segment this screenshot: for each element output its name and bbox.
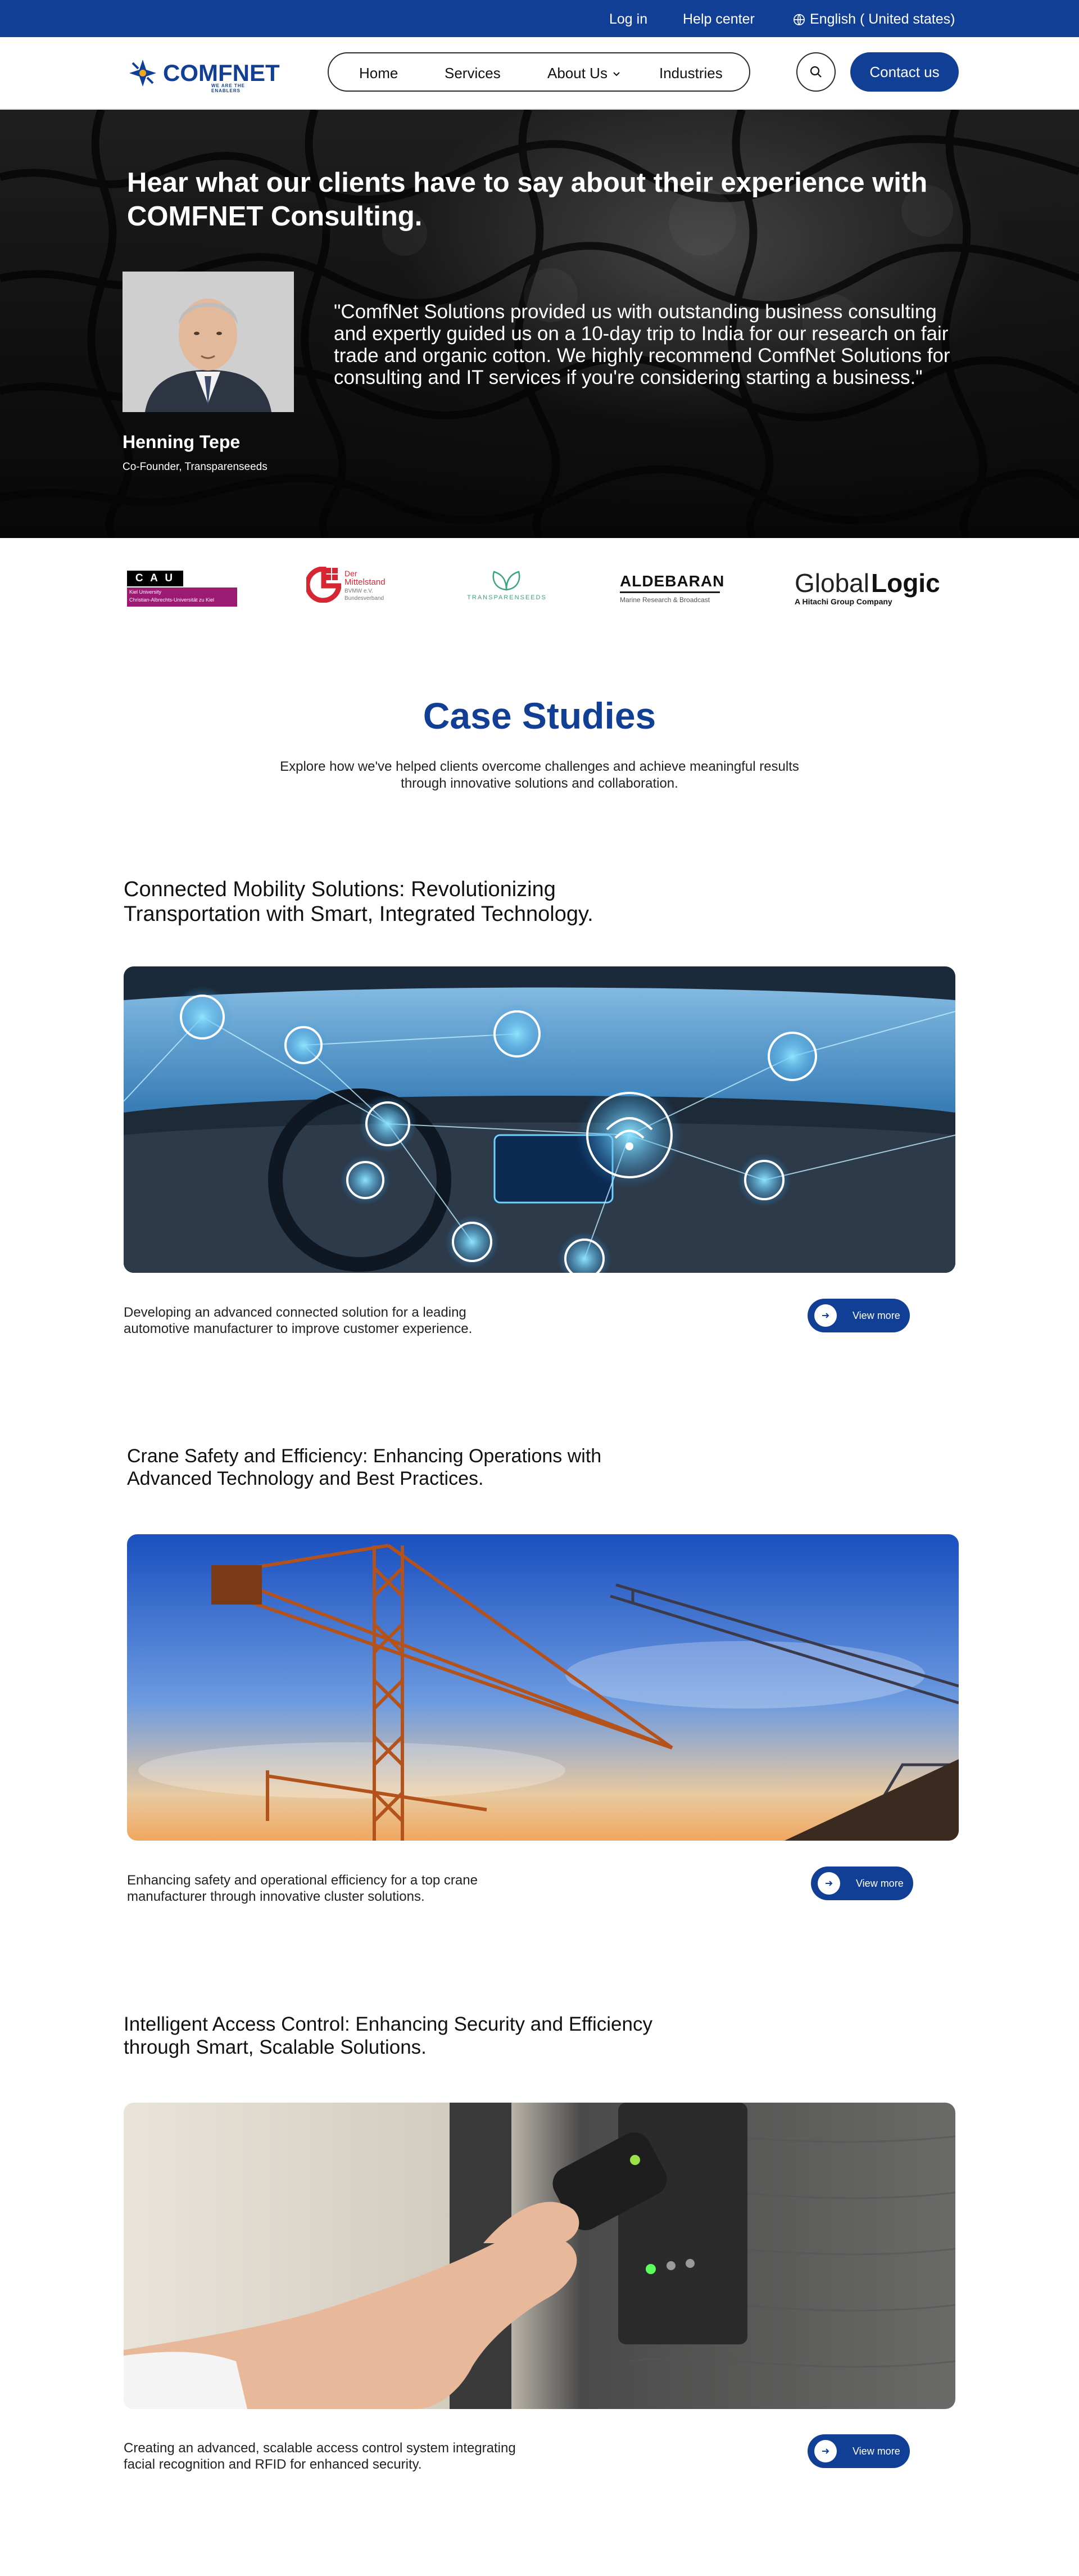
cau-letters: C A U	[135, 572, 175, 584]
aldebaran-rule	[620, 591, 720, 593]
case-2-title-line-1: Crane Safety and Efficiency: Enhancing O…	[127, 1445, 602, 1467]
main-header: COMFNET WE ARE THE ENABLERS Home Service…	[0, 37, 1079, 109]
mittelstand-mark-icon	[305, 566, 342, 603]
client-photo	[123, 272, 294, 412]
mittelstand-text-1: Der	[344, 569, 357, 578]
nav-about-us-label: About Us	[547, 65, 607, 82]
partner-logos: C A U Kiel University Christian-Albrecht…	[0, 539, 1079, 637]
view-more-label: View more	[856, 1877, 904, 1889]
view-more-label: View more	[853, 2445, 900, 2457]
arrow-right-icon	[814, 1304, 837, 1327]
client-name: Henning Tepe	[123, 432, 241, 452]
globe-icon	[794, 13, 805, 25]
transparenseeds-wordmark: TRANSPARENSEEDS	[467, 594, 547, 601]
kiel-university-logo: C A U Kiel University Christian-Albrecht…	[127, 571, 237, 607]
case-1-title: Connected Mobility Solutions: Revolution…	[124, 877, 593, 927]
language-selector[interactable]: English ( United states)	[793, 11, 955, 28]
aldebaran-wordmark: ALDEBARAN	[620, 572, 725, 590]
globallogic-word-2: Logic	[871, 568, 940, 598]
mittelstand-text-3: BVMW e.V.	[344, 588, 373, 594]
hero-heading: Hear what our clients have to say about …	[127, 168, 928, 232]
nav-industries[interactable]: Industries	[659, 65, 723, 82]
logo-wordmark: COMFNET	[163, 60, 280, 86]
cau-text-1: Kiel University	[129, 589, 162, 595]
case-3-title-line-2: through Smart, Scalable Solutions.	[124, 2036, 427, 2058]
nav-services[interactable]: Services	[445, 65, 501, 82]
globallogic-subtitle: A Hitachi Group Company	[795, 597, 892, 606]
case-3-title: Intelligent Access Control: Enhancing Se…	[124, 2013, 652, 2059]
globallogic-word-1: Global	[795, 568, 869, 598]
client-role: Co-Founder, Transparenseeds	[123, 461, 268, 473]
cau-text-2: Christian-Albrechts-Universität zu Kiel	[129, 597, 215, 603]
case-2-description: Enhancing safety and operational efficie…	[127, 1873, 478, 1904]
mittelstand-text-2: Mittelstand	[344, 577, 386, 587]
case-1-title-line-2: Transportation with Smart, Integrated Te…	[124, 902, 593, 926]
aldebaran-subtitle: Marine Research & Broadcast	[620, 596, 710, 604]
mittelstand-logo: Der Mittelstand BVMW e.V. Bundesverband	[305, 566, 396, 609]
case-1-image	[124, 966, 955, 1273]
chevron-down-icon	[613, 71, 620, 76]
login-link[interactable]: Log in	[609, 11, 647, 28]
case-1-view-more-button[interactable]: View more	[808, 1299, 910, 1332]
contact-us-button[interactable]: Contact us	[850, 52, 959, 92]
rfid-access-card-image	[124, 2103, 955, 2409]
logo-tagline: WE ARE THE ENABLERS	[211, 83, 245, 93]
case-3-title-line-1: Intelligent Access Control: Enhancing Se…	[124, 2013, 652, 2035]
main-nav: Home Services About Us Industries	[328, 52, 750, 92]
case-2-view-more-button[interactable]: View more	[811, 1867, 913, 1900]
transparenseeds-logo: TRANSPARENSEEDS	[465, 570, 549, 603]
case-studies-heading: Case Studies	[423, 695, 656, 736]
case-studies-subtitle: Explore how we've helped clients overcom…	[280, 759, 799, 791]
logo-mark-icon	[129, 60, 156, 87]
arrow-right-icon	[814, 2440, 837, 2462]
case-2-title-line-2: Advanced Technology and Best Practices.	[127, 1468, 484, 1489]
help-center-link[interactable]: Help center	[683, 11, 755, 28]
case-3-description: Creating an advanced, scalable access co…	[124, 2441, 516, 2472]
language-label: English ( United states)	[810, 11, 955, 27]
case-1-title-line-1: Connected Mobility Solutions: Revolution…	[124, 878, 556, 901]
view-more-label: View more	[853, 1309, 900, 1321]
search-icon	[810, 66, 822, 78]
arrow-right-icon	[818, 1872, 840, 1895]
leaf-icon	[492, 571, 520, 591]
top-utility-bar: Log in Help center English ( United stat…	[0, 0, 1079, 37]
case-1-description: Developing an advanced connected solutio…	[124, 1305, 473, 1336]
aldebaran-logo: ALDEBARAN Marine Research & Broadcast	[620, 572, 725, 606]
search-button[interactable]	[796, 52, 836, 92]
case-3-image	[124, 2103, 955, 2409]
testimonial-hero: Hear what our clients have to say about …	[0, 110, 1079, 538]
nav-about-us[interactable]: About Us	[547, 65, 621, 82]
client-portrait	[123, 272, 294, 412]
globallogic-logo: Global Logic A Hitachi Group Company	[795, 568, 963, 607]
connected-car-dashboard-image	[124, 966, 955, 1273]
mittelstand-text-4: Bundesverband	[344, 595, 384, 602]
testimonial-quote: "ComfNet Solutions provided us with outs…	[334, 301, 950, 388]
comfnet-logo[interactable]: COMFNET WE ARE THE ENABLERS	[127, 56, 280, 93]
nav-home[interactable]: Home	[359, 65, 398, 82]
case-2-image	[127, 1534, 959, 1841]
case-3-view-more-button[interactable]: View more	[808, 2434, 910, 2468]
cranes-at-sunset-image	[127, 1534, 959, 1841]
case-2-title: Crane Safety and Efficiency: Enhancing O…	[127, 1445, 601, 1490]
